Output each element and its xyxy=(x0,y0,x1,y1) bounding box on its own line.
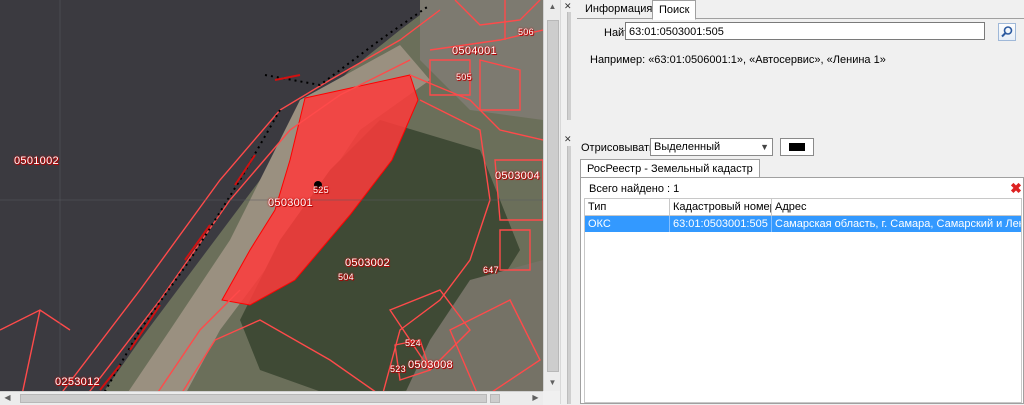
scroll-down-icon[interactable]: ▼ xyxy=(545,377,560,389)
scroll-left-icon[interactable]: ◀ xyxy=(0,392,15,404)
chevron-down-icon: ▼ xyxy=(760,142,769,152)
map-parcel-label: 525 xyxy=(313,185,329,195)
column-header-cadastral[interactable]: Кадастровый номер xyxy=(670,199,772,215)
clear-results-icon[interactable]: ✖ xyxy=(1009,181,1023,195)
column-header-address[interactable]: Адрес xyxy=(772,199,1021,215)
scroll-up-icon[interactable]: ▲ xyxy=(545,1,560,13)
cell-address: Самарская область, г. Самара, Самарский … xyxy=(775,218,1021,230)
column-header-type[interactable]: Тип xyxy=(585,199,670,215)
results-table: Тип Кадастровый номер Адрес ОКС 63:01:05… xyxy=(584,198,1022,403)
map-block-label: 0503008 xyxy=(408,359,453,371)
close-panel-icon[interactable]: ✕ xyxy=(564,134,572,145)
map-parcel-label: 506 xyxy=(518,27,534,37)
table-row[interactable]: ОКС 63:01:0503001:505 Самарская область,… xyxy=(585,216,1021,232)
search-example-hint: Например: «63:01:0506001:1», «Автосервис… xyxy=(590,54,886,66)
total-found-count: 1 xyxy=(673,183,680,195)
map-parcel-label: 647 xyxy=(483,265,499,275)
tab-rosreestr[interactable]: РосРеестр - Земельный кадастр xyxy=(580,159,760,178)
right-panel: Информация Поиск Найти: 63:01:0503001:50… xyxy=(577,0,1024,404)
map-parcel-label: 504 xyxy=(338,272,354,282)
map-block-label: 0503004 xyxy=(495,170,540,182)
panel-tabbar: Информация Поиск xyxy=(577,0,1024,20)
cell-cadastral: 63:01:0503001:505 xyxy=(670,216,772,232)
map-vertical-scrollbar[interactable]: ▲ ▼ xyxy=(543,0,561,391)
tab-info[interactable]: Информация xyxy=(579,1,658,17)
scrollbar-grip[interactable] xyxy=(490,394,500,403)
splitter-grip[interactable] xyxy=(567,12,571,120)
search-button[interactable] xyxy=(998,23,1016,41)
render-mode-value: Выделенный xyxy=(654,141,721,153)
scrollbar-thumb[interactable] xyxy=(20,394,487,403)
map-parcel-label: 505 xyxy=(456,72,472,82)
map-horizontal-scrollbar[interactable]: ◀ ▶ xyxy=(0,391,543,405)
panel-splitter[interactable]: ✕ ✕ xyxy=(560,0,578,404)
tab-search[interactable]: Поиск xyxy=(652,0,697,20)
search-icon xyxy=(1001,26,1013,38)
scroll-right-icon[interactable]: ▶ xyxy=(528,392,543,404)
table-header: Тип Кадастровый номер Адрес xyxy=(585,199,1021,216)
color-swatch-fill xyxy=(789,143,805,151)
map-parcel-label: 524 xyxy=(405,338,421,348)
map-block-label: 0503002 xyxy=(345,257,390,269)
map-view[interactable]: 0504001 0501002 0503001 0503002 0503004 … xyxy=(0,0,543,404)
map-block-label: 0501002 xyxy=(14,155,59,167)
color-picker[interactable] xyxy=(780,138,814,156)
scrollbar-thumb[interactable] xyxy=(547,20,559,372)
map-parcel-label: 523 xyxy=(390,364,406,374)
total-found-label: Всего найдено : 1 xyxy=(589,183,680,195)
map-block-label: 0253012 xyxy=(55,376,100,388)
close-panel-icon[interactable]: ✕ xyxy=(564,1,572,12)
map-block-label: 0504001 xyxy=(452,45,497,57)
search-input[interactable]: 63:01:0503001:505 xyxy=(625,22,985,40)
cell-type: ОКС xyxy=(585,216,670,232)
splitter-grip[interactable] xyxy=(567,146,571,404)
render-label: Отрисовывать xyxy=(581,142,655,154)
results-panel: Всего найдено : 1 ✖ Тип Кадастровый номе… xyxy=(580,177,1024,404)
map-block-label: 0503001 xyxy=(268,197,313,209)
render-mode-select[interactable]: Выделенный ▼ xyxy=(650,138,773,156)
